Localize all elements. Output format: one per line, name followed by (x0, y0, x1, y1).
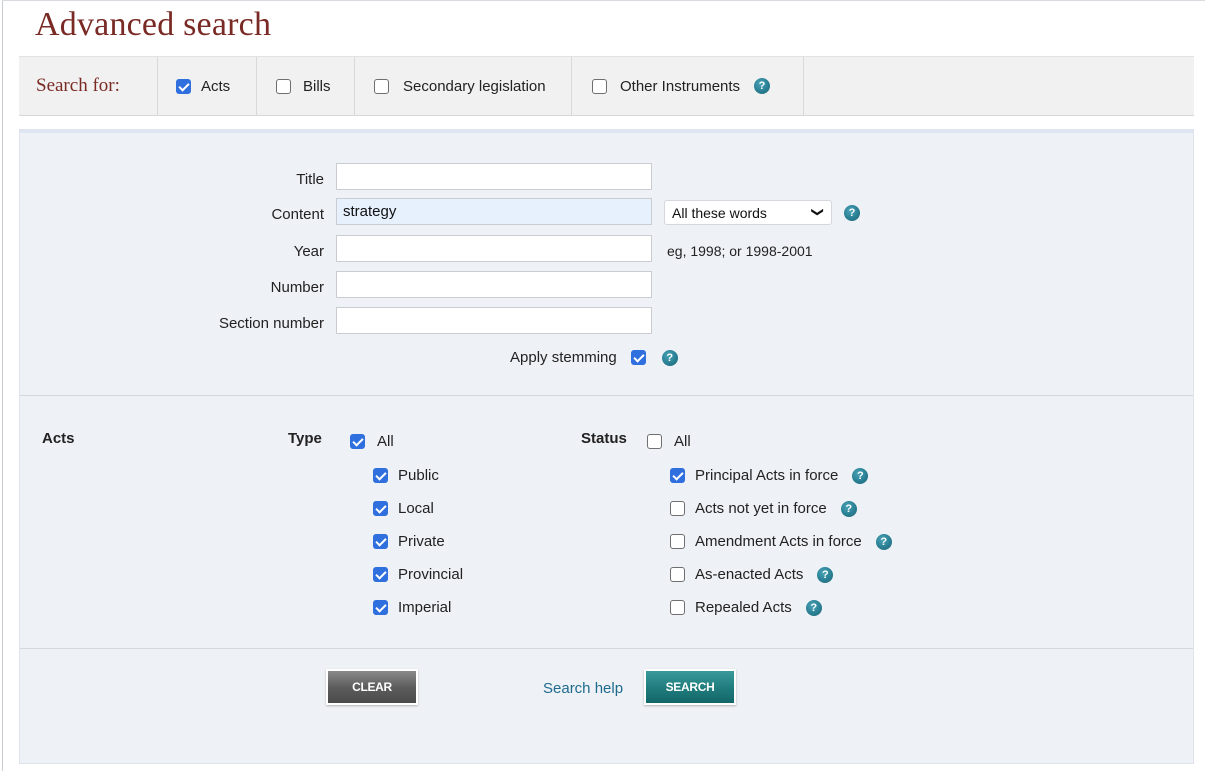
page-title: Advanced search (35, 6, 272, 43)
section-number-input[interactable] (336, 307, 652, 334)
status-repealed-option[interactable]: Repealed Acts ? (670, 599, 822, 616)
acts-heading: Acts (42, 430, 75, 447)
secondary-legislation-label: Secondary legislation (403, 77, 546, 95)
chevron-down-icon: ❯ (810, 206, 825, 218)
type-private-option[interactable]: Private (373, 533, 445, 550)
imperial-checkbox[interactable] (373, 600, 388, 615)
type-all-option[interactable]: All (350, 433, 394, 450)
not-yet-in-force-checkbox[interactable] (670, 501, 685, 516)
content-label: Content (271, 206, 324, 223)
section-number-label: Section number (218, 315, 324, 332)
as-enacted-checkbox[interactable] (670, 567, 685, 582)
status-not-yet-option[interactable]: Acts not yet in force ? (670, 500, 857, 517)
local-checkbox[interactable] (373, 501, 388, 516)
search-form-panel: Title Content strategy All these words ❯… (19, 129, 1194, 764)
help-icon[interactable]: ? (805, 599, 822, 616)
search-for-bar: Search for: Acts Bills Secondary legisla… (19, 56, 1194, 116)
apply-stemming-checkbox[interactable] (630, 350, 646, 365)
acts-checkbox[interactable] (176, 78, 191, 94)
as-enacted-label: As-enacted Acts (695, 566, 804, 583)
type-public-option[interactable]: Public (373, 467, 439, 484)
repealed-checkbox[interactable] (670, 600, 685, 615)
help-icon[interactable]: ? (754, 78, 771, 94)
year-hint: eg, 1998; or 1998-2001 (667, 243, 813, 259)
type-provincial-option[interactable]: Provincial (373, 566, 463, 583)
apply-stemming-label: Apply stemming (510, 349, 617, 366)
principal-acts-label: Principal Acts in force (695, 467, 839, 484)
content-input[interactable]: strategy (336, 198, 652, 225)
type-label: Type (288, 430, 322, 447)
status-all-option[interactable]: All (647, 433, 691, 450)
local-label: Local (398, 500, 434, 517)
apply-stemming-row: Apply stemming ? (510, 349, 678, 366)
help-icon[interactable]: ? (875, 533, 892, 550)
search-help-link[interactable]: Search help (543, 680, 623, 697)
acts-label: Acts (201, 77, 231, 95)
search-for-label: Search for: (36, 75, 120, 96)
help-icon[interactable]: ? (817, 566, 834, 583)
provincial-checkbox[interactable] (373, 567, 388, 582)
status-amendment-option[interactable]: Amendment Acts in force ? (670, 533, 892, 550)
search-for-secondary-legislation[interactable]: Secondary legislation (355, 57, 572, 115)
page-frame-top (2, 0, 1205, 1)
search-for-bills[interactable]: Bills (257, 57, 355, 115)
principal-acts-checkbox[interactable] (670, 468, 685, 483)
type-local-option[interactable]: Local (373, 500, 434, 517)
search-button[interactable]: SEARCH (644, 669, 736, 705)
not-yet-in-force-label: Acts not yet in force (695, 500, 827, 517)
number-label: Number (270, 279, 324, 296)
help-icon[interactable]: ? (840, 500, 857, 517)
public-label: Public (398, 467, 439, 484)
type-imperial-option[interactable]: Imperial (373, 599, 451, 616)
panel-top-border (20, 130, 1193, 133)
type-all-checkbox[interactable] (350, 434, 365, 449)
number-input[interactable] (336, 271, 652, 298)
status-label: Status (581, 430, 627, 447)
bills-checkbox[interactable] (276, 78, 291, 94)
private-label: Private (398, 533, 445, 550)
status-all-label: All (674, 433, 691, 450)
status-principal-option[interactable]: Principal Acts in force ? (670, 467, 869, 484)
help-icon[interactable]: ? (661, 349, 678, 366)
search-for-other-instruments[interactable]: Other Instruments ? (572, 57, 804, 115)
help-icon[interactable]: ? (844, 205, 860, 221)
search-for-label-cell: Search for: (19, 57, 158, 115)
section-divider (20, 648, 1193, 649)
content-mode-select[interactable]: All these words ❯ (664, 200, 832, 225)
imperial-label: Imperial (398, 599, 452, 616)
year-label: Year (293, 243, 324, 260)
private-checkbox[interactable] (373, 534, 388, 549)
status-as-enacted-option[interactable]: As-enacted Acts ? (670, 566, 834, 583)
type-all-label: All (377, 433, 394, 450)
other-instruments-checkbox[interactable] (592, 78, 607, 94)
help-icon[interactable]: ? (852, 467, 869, 484)
page-frame-left (2, 0, 3, 771)
public-checkbox[interactable] (373, 468, 388, 483)
clear-button[interactable]: CLEAR (326, 669, 418, 705)
provincial-label: Provincial (398, 566, 464, 583)
bills-label: Bills (303, 77, 331, 95)
repealed-label: Repealed Acts (695, 599, 792, 616)
year-input[interactable] (336, 235, 652, 262)
status-all-checkbox[interactable] (647, 434, 662, 449)
title-label: Title (296, 171, 324, 188)
other-instruments-label: Other Instruments (620, 77, 741, 95)
content-mode-value: All these words (672, 204, 767, 221)
search-for-acts[interactable]: Acts (158, 57, 257, 115)
amendment-acts-label: Amendment Acts in force (695, 533, 862, 550)
secondary-legislation-checkbox[interactable] (374, 78, 389, 94)
amendment-acts-checkbox[interactable] (670, 534, 685, 549)
title-input[interactable] (336, 163, 652, 190)
section-divider (20, 395, 1193, 396)
